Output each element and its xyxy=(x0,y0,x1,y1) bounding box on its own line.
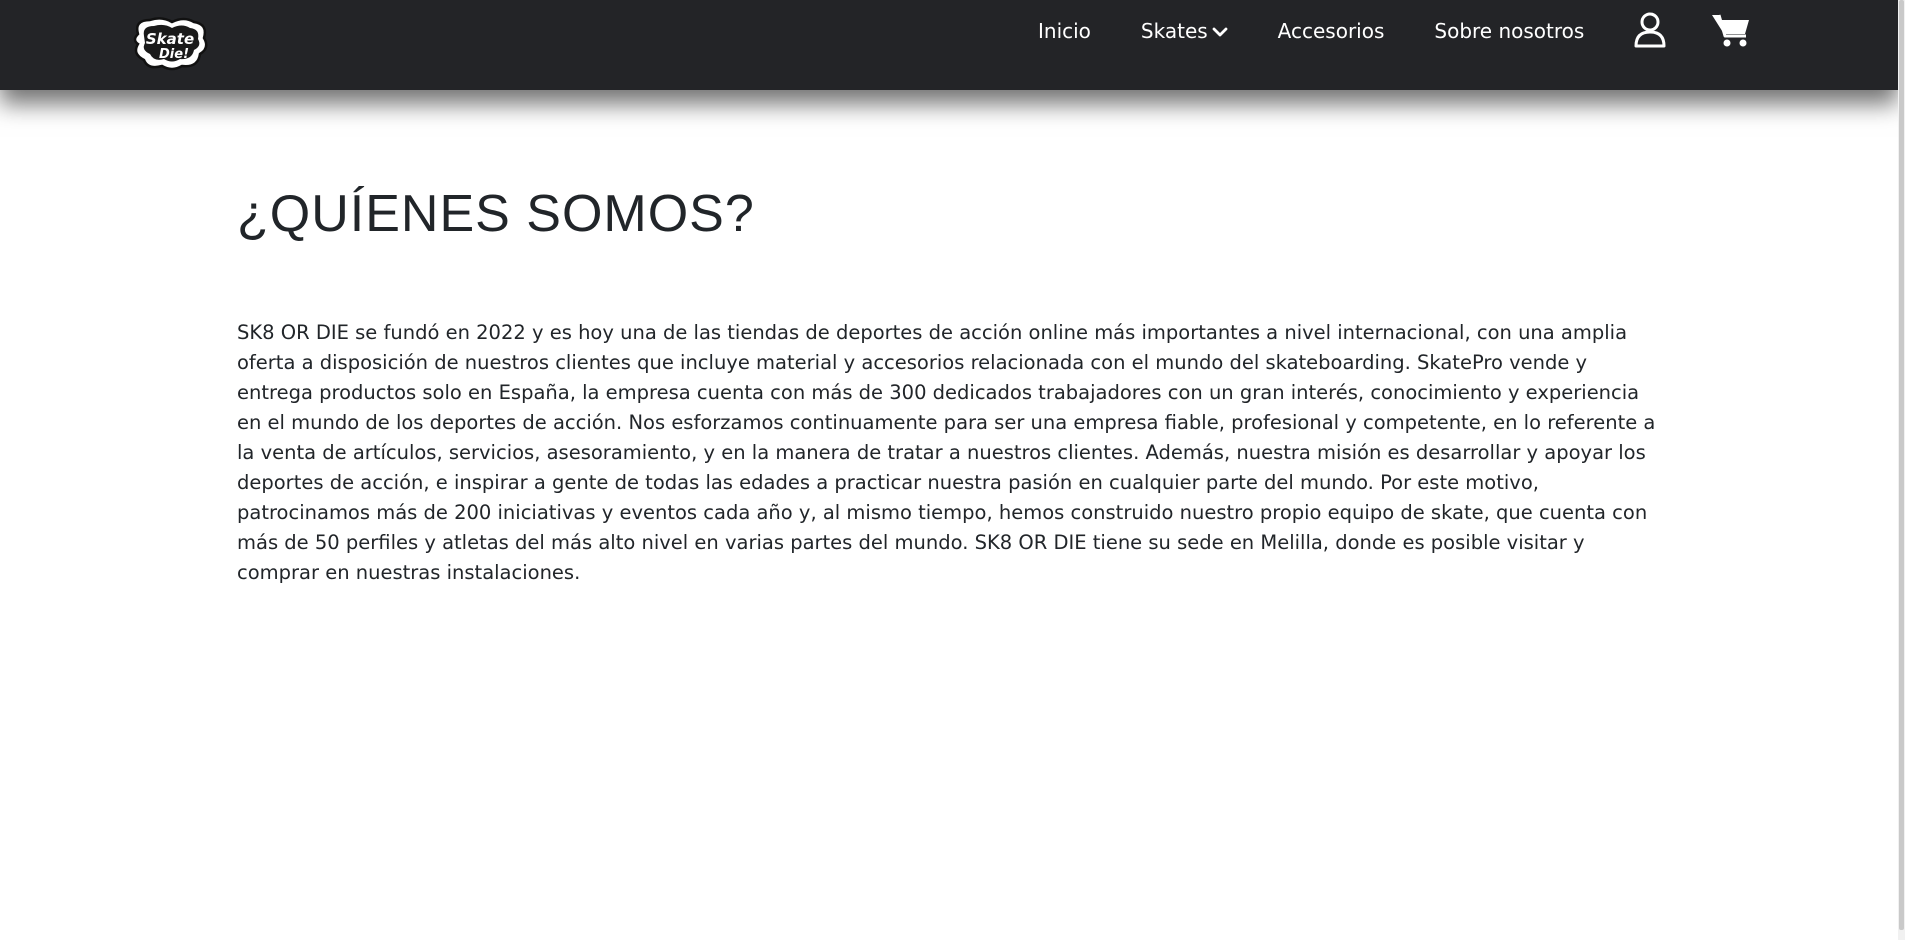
nav-link-label: Sobre nosotros xyxy=(1434,19,1585,43)
nav-link-label: Accesorios xyxy=(1277,19,1385,43)
skate-or-die-logo[interactable]: Skate Die! xyxy=(128,14,212,72)
nav-link-inicio[interactable]: Inicio xyxy=(1038,19,1091,43)
about-paragraph: SK8 OR DIE se fundó en 2022 y es hoy una… xyxy=(237,321,1656,584)
chevron-down-icon xyxy=(1212,19,1228,43)
nav-link-sobre-nosotros[interactable]: Sobre nosotros xyxy=(1434,19,1584,43)
nav-link-skates[interactable]: Skates xyxy=(1141,19,1228,43)
main-content: ¿QUÍENES SOMOS? SK8 OR DIE se fundó en 2… xyxy=(237,178,1667,608)
nav-links: Inicio Skates Accesorios Sobre nosotros xyxy=(1020,0,1584,62)
navbar: Skate Die! Inicio Skates Accesorios Sobr… xyxy=(0,0,1898,90)
scrollbar-thumb[interactable] xyxy=(1899,0,1904,930)
cart-icon[interactable] xyxy=(1711,12,1751,48)
user-icon[interactable] xyxy=(1634,12,1666,48)
nav-link-accesorios[interactable]: Accesorios xyxy=(1278,19,1385,43)
svg-text:Skate: Skate xyxy=(146,30,194,48)
scrollbar[interactable] xyxy=(1898,0,1905,940)
page-title: ¿QUÍENES SOMOS? xyxy=(237,185,755,243)
svg-text:Die!: Die! xyxy=(159,47,189,62)
nav-link-label: Skates xyxy=(1140,19,1208,43)
nav-link-label: Inicio xyxy=(1038,19,1091,43)
